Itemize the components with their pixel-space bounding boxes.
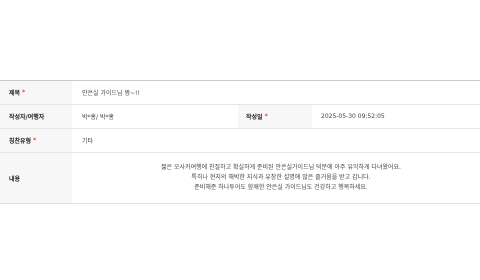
praise-type-required-mark: * xyxy=(33,137,37,144)
content-line: 특히나 현지의 해박한 지식과 유창한 설명에 많은 즐거움을 받고 갑니다. xyxy=(191,174,371,181)
author-value: 박*홍/ 박*홍 xyxy=(82,114,115,121)
content-label: 내용 xyxy=(0,153,72,203)
content-row: 내용 짧은 오사카여행에 친절하고 확실하게 준비된 안은실가이드님 덕분에 아… xyxy=(0,153,480,203)
author-label: 작성자/여행자 xyxy=(0,105,72,128)
content-line: 짧은 오사카여행에 친절하고 확실하게 준비된 안은실가이드님 덕분에 아주 유… xyxy=(161,164,401,171)
praise-type-label-text: 칭찬유형 xyxy=(9,138,32,145)
author-date-row: 작성자/여행자 박*홍/ 박*홍 작성일 * 2025-05-30 09:52:0… xyxy=(0,105,480,129)
written-date-required-mark: * xyxy=(264,113,268,120)
title-label: 제목 * xyxy=(0,81,72,104)
written-date-label: 작성일 * xyxy=(238,105,312,128)
content-value: 짧은 오사카여행에 친절하고 확실하게 준비된 안은실가이드님 덕분에 아주 유… xyxy=(72,153,480,203)
title-label-text: 제목 xyxy=(9,90,21,97)
praise-detail-table: 제목 * 안은실 가이드님 짱~!! 작성자/여행자 박*홍/ 박*홍 작성일 * … xyxy=(0,80,480,204)
title-required-mark: * xyxy=(22,89,26,96)
praise-type-label: 칭찬유형 * xyxy=(0,129,72,152)
content-line: 준비해준 하나투어도 함께한 안은실 가이드님도 건강하고 행복하세요. xyxy=(194,184,368,191)
title-value: 안은실 가이드님 짱~!! xyxy=(82,90,140,97)
praise-type-row: 칭찬유형 * 기타 xyxy=(0,129,480,153)
written-date-value: 2025-05-30 09:52:05 xyxy=(321,113,385,120)
praise-type-value: 기타 xyxy=(82,138,94,145)
title-row: 제목 * 안은실 가이드님 짱~!! xyxy=(0,81,480,105)
written-date-label-text: 작성일 xyxy=(246,114,263,121)
